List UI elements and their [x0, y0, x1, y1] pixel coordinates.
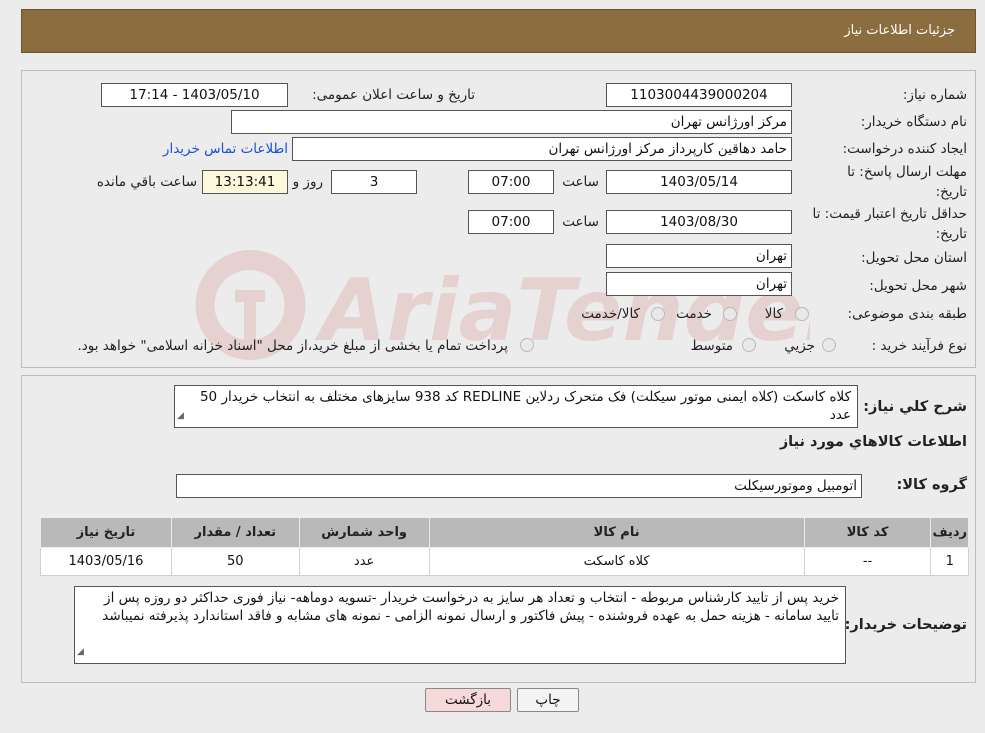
- resize-grip-icon[interactable]: ◢: [177, 407, 184, 425]
- process-radio-minor[interactable]: [822, 338, 836, 352]
- col-need-date: تاریخ نیاز: [40, 517, 172, 548]
- goods-info-heading: اطلاعات کالاهاي مورد نياز: [779, 434, 967, 450]
- province-label: استان محل تحویل:: [861, 250, 967, 266]
- table-row: 1 -- کلاه کاسکت عدد 50 1403/05/16: [40, 547, 969, 576]
- col-unit: واحد شمارش: [298, 517, 430, 548]
- buyer-notes-value: خرید پس از تایید کارشناس مربوطه - انتخاب…: [102, 590, 839, 624]
- goods-group-label: گروه کالا:: [896, 477, 967, 493]
- process-option-treasury: پرداخت تمام یا بخشی از مبلغ خرید،از محل …: [77, 338, 508, 354]
- table-header-row: ردیف کد کالا نام کالا واحد شمارش تعداد /…: [40, 517, 969, 548]
- validity-hour-field: 07:00: [468, 210, 554, 234]
- cell-row-number: 1: [930, 547, 969, 576]
- province-field: تهران: [606, 244, 792, 268]
- buyer-notes-text: خرید پس از تایید کارشناس مربوطه - انتخاب…: [74, 586, 846, 664]
- announce-datetime-field: 1403/05/10 - 17:14: [101, 83, 288, 107]
- category-option-service: خدمت: [676, 306, 712, 322]
- category-option-goods-service: کالا/خدمت: [581, 306, 640, 322]
- category-radio-goods[interactable]: [795, 307, 809, 321]
- back-button[interactable]: بازگشت: [425, 688, 511, 712]
- buyer-contact-link[interactable]: اطلاعات تماس خریدار: [163, 141, 288, 157]
- cell-goods-code: --: [803, 547, 932, 576]
- cell-goods-name: کلاه کاسکت: [428, 547, 805, 576]
- resize-grip-icon[interactable]: ◢: [77, 643, 84, 661]
- reply-date-field: 1403/05/14: [606, 170, 792, 194]
- cell-quantity: 50: [170, 547, 300, 576]
- remaining-label: ساعت باقي مانده: [96, 174, 197, 190]
- validity-hour-label: ساعت: [562, 214, 599, 230]
- process-checkbox-treasury[interactable]: [520, 338, 534, 352]
- process-radio-medium[interactable]: [742, 338, 756, 352]
- page-header: جزئیات اطلاعات نیاز: [21, 9, 976, 53]
- buyer-org-label: نام دستگاه خریدار:: [860, 114, 967, 130]
- general-desc-label: شرح کلي نياز:: [863, 399, 967, 415]
- requester-label: ایجاد کننده درخواست:: [842, 141, 967, 157]
- goods-table: ردیف کد کالا نام کالا واحد شمارش تعداد /…: [40, 517, 969, 576]
- day-and-label: روز و: [292, 174, 323, 190]
- cell-need-date: 1403/05/16: [40, 547, 172, 576]
- announce-datetime-label: تاریخ و ساعت اعلان عمومی:: [312, 87, 475, 103]
- city-field: تهران: [606, 272, 792, 296]
- reply-hour-label: ساعت: [562, 174, 599, 190]
- process-option-minor: جزيي: [784, 338, 815, 354]
- col-goods-code: کد کالا: [803, 517, 932, 548]
- price-validity-label: حداقل تاریخ اعتبار قیمت: تا: [812, 206, 967, 222]
- days-left-field: 3: [331, 170, 417, 194]
- reply-hour-field: 07:00: [468, 170, 554, 194]
- general-desc-text: کلاه کاسکت (کلاه ایمنی موتور سیکلت) فک م…: [174, 385, 858, 428]
- process-option-medium: متوسط: [690, 338, 733, 354]
- goods-group-field: اتومبیل وموتورسیکلت: [176, 474, 862, 498]
- category-label: طبقه بندی موضوعی:: [847, 306, 967, 322]
- col-quantity: تعداد / مقدار: [170, 517, 300, 548]
- buyer-org-field: مرکز اورژانس تهران: [231, 110, 792, 134]
- category-radio-goods-service[interactable]: [651, 307, 665, 321]
- print-button[interactable]: چاپ: [517, 688, 579, 712]
- time-left-field: 13:13:41: [202, 170, 288, 194]
- buyer-notes-label: توضیحات خریدار:: [844, 617, 967, 633]
- requester-field: حامد دهاقین کارپرداز مرکز اورژانس تهران: [292, 137, 792, 161]
- process-type-label: نوع فرآیند خرید :: [871, 338, 967, 354]
- category-radio-service[interactable]: [723, 307, 737, 321]
- cell-unit: عدد: [298, 547, 430, 576]
- reply-deadline-label: مهلت ارسال پاسخ: تا: [847, 164, 967, 180]
- price-validity-label-2: تاریخ:: [935, 226, 967, 242]
- col-row-number: ردیف: [930, 517, 969, 548]
- col-goods-name: نام کالا: [428, 517, 805, 548]
- city-label: شهر محل تحویل:: [869, 278, 967, 294]
- validity-date-field: 1403/08/30: [606, 210, 792, 234]
- need-number-field: 1103004439000204: [606, 83, 792, 107]
- category-option-goods: کالا: [764, 306, 783, 322]
- general-desc-value: کلاه کاسکت (کلاه ایمنی موتور سیکلت) فک م…: [199, 389, 851, 423]
- need-number-label: شماره نیاز:: [902, 87, 967, 103]
- reply-deadline-label-2: تاریخ:: [935, 184, 967, 200]
- page-title: جزئیات اطلاعات نیاز: [844, 23, 955, 38]
